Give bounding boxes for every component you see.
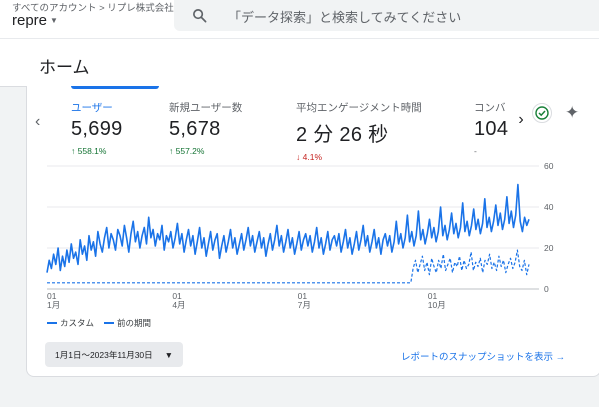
- x-tick-month: 4月: [172, 300, 185, 310]
- metric-label: コンバ: [474, 102, 506, 114]
- sparkle-icon[interactable]: ✦: [565, 103, 579, 123]
- series-line-previous: [47, 249, 530, 284]
- arrow-up-icon: ↑: [169, 146, 176, 156]
- legend-item-previous: 前の期間: [104, 317, 151, 329]
- metric-users[interactable]: ユーザー 5,699 ↑ 558.1%: [71, 100, 123, 156]
- metric-change: -: [474, 146, 477, 156]
- property-selector[interactable]: repre ▼: [12, 12, 58, 29]
- insights-check-button[interactable]: [532, 103, 552, 123]
- view-snapshot-link[interactable]: レポートのスナップショットを表示 →: [401, 349, 565, 363]
- metric-label: ユーザー: [71, 102, 113, 114]
- x-tick-month: 1月: [47, 300, 60, 310]
- metric-value: 5,678: [169, 118, 221, 140]
- overview-card: ‹ ユーザー 5,699 ↑ 558.1% 新規ユーザー数 5,678 ↑ 55…: [26, 86, 599, 377]
- y-tick-label: 60: [544, 161, 554, 171]
- chevron-right-icon[interactable]: ›: [512, 111, 530, 131]
- metric-change: ↑ 558.1%: [71, 146, 107, 156]
- metric-conversions[interactable]: コンバ 104 -: [474, 100, 512, 156]
- metric-change: ↑ 557.2%: [169, 146, 205, 156]
- x-tick-month: 7月: [298, 300, 311, 310]
- metric-value: 2 分 26 秒: [296, 124, 389, 146]
- search-icon: [193, 9, 207, 23]
- y-tick-label: 40: [544, 202, 554, 212]
- metric-label: 新規ユーザー数: [169, 102, 243, 114]
- arrow-up-icon: ↑: [71, 146, 78, 156]
- legend-dashed-line: [104, 322, 115, 324]
- top-bar: すべてのアカウント > リプレ株式会社 repre ▼ 「データ探索」と検索して…: [0, 0, 599, 38]
- metric-value: 5,699: [71, 118, 123, 140]
- search-bar[interactable]: 「データ探索」と検索してみてください: [174, 0, 599, 31]
- chevron-left-icon[interactable]: ‹: [35, 113, 40, 131]
- page-header: ホーム: [0, 38, 599, 87]
- metric-new-users[interactable]: 新規ユーザー数 5,678 ↑ 557.2%: [169, 100, 242, 156]
- y-tick-label: 0: [544, 284, 549, 294]
- check-circle-icon: [535, 106, 549, 120]
- legend-solid-line: [47, 322, 57, 324]
- caret-down-icon: ▼: [50, 16, 58, 25]
- series-line-custom: [46, 183, 530, 273]
- x-tick-month: 10月: [428, 300, 446, 310]
- metric-avg-engagement-time[interactable]: 平均エンゲージメント時間 2 分 26 秒 ↓ 4.1%: [296, 100, 422, 162]
- caret-down-icon: ▼: [164, 349, 174, 360]
- chart-legend: カスタム 前の期間: [47, 317, 151, 329]
- date-range-label: 1月1日～2023年11月30日: [55, 349, 153, 360]
- metric-label: 平均エンゲージメント時間: [296, 102, 422, 114]
- y-tick-label: 20: [544, 243, 554, 253]
- users-line-chart: 6040200011月014月017月0110月: [46, 161, 554, 310]
- search-input[interactable]: 「データ探索」と検索してみてください: [228, 7, 461, 26]
- page-title: ホーム: [39, 58, 90, 77]
- date-range-selector[interactable]: 1月1日～2023年11月30日 ▼: [45, 342, 184, 367]
- active-tab-indicator: [71, 86, 159, 89]
- arrow-right-icon: →: [555, 352, 566, 363]
- legend-item-custom: カスタム: [47, 317, 94, 329]
- metric-value: 104: [474, 118, 509, 140]
- property-name: repre: [12, 12, 48, 29]
